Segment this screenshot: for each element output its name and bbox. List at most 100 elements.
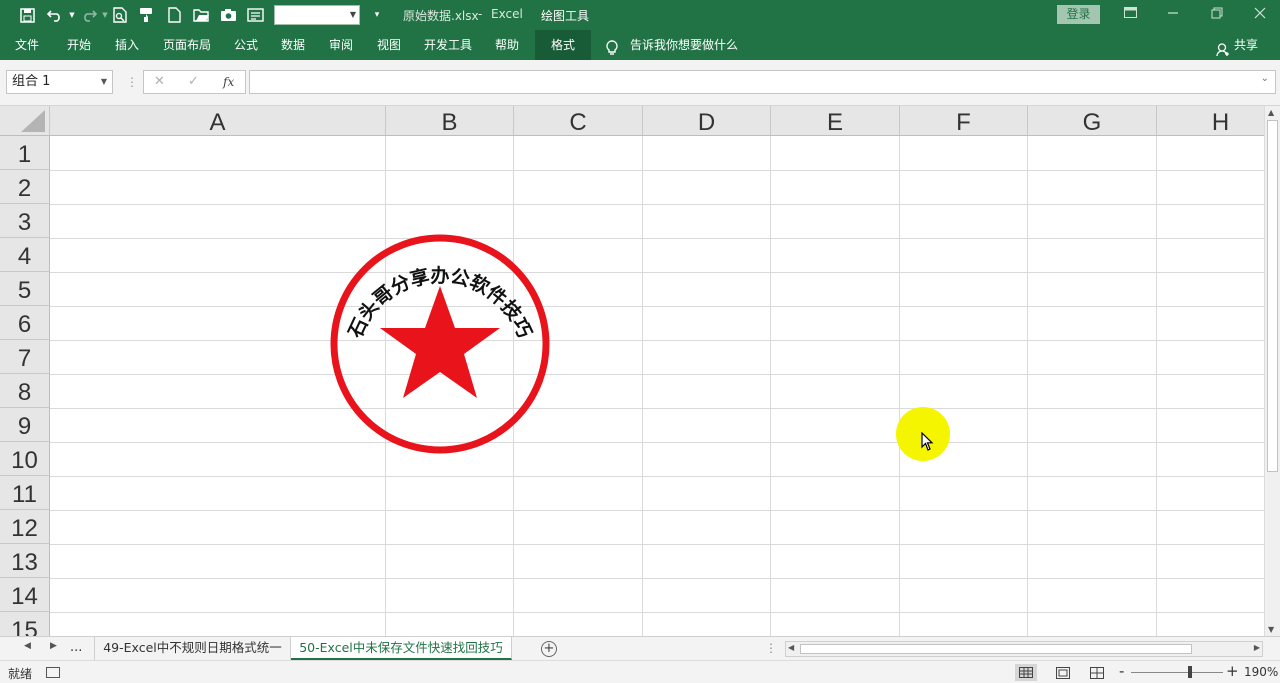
horizontal-scrollbar[interactable]: ◀ ▶ <box>785 641 1263 657</box>
restore-icon[interactable] <box>1209 7 1225 23</box>
row-header-12[interactable]: 12 <box>0 510 50 544</box>
tab-page-layout[interactable]: 页面布局 <box>156 30 218 60</box>
camera-icon[interactable] <box>219 6 237 24</box>
scroll-left-icon[interactable]: ◀ <box>788 643 794 652</box>
status-bar: 就绪 - + 190% <box>0 660 1280 683</box>
worksheet-grid[interactable]: A B C D E F G H 1 2 3 4 5 6 7 8 9 10 11 … <box>0 106 1264 636</box>
title-bar: ▼ ▼ ▼ ▾ 原始数据.xlsx - Excel 绘图工具 登录 <box>0 0 1280 30</box>
enter-icon[interactable]: ✓ <box>188 74 199 89</box>
scroll-up-icon[interactable]: ▲ <box>1268 108 1274 117</box>
insert-function-icon[interactable]: fx <box>223 75 234 89</box>
zoom-level[interactable]: 190% <box>1244 665 1278 679</box>
row-gridline <box>50 170 1264 171</box>
tab-view[interactable]: 视图 <box>366 30 412 60</box>
row-header-10[interactable]: 10 <box>0 442 50 476</box>
print-preview-icon[interactable] <box>111 6 129 24</box>
row-header-14[interactable]: 14 <box>0 578 50 612</box>
undo-dropdown-icon[interactable]: ▼ <box>63 6 81 24</box>
row-header-5[interactable]: 5 <box>0 272 50 306</box>
column-gridline <box>899 136 900 636</box>
mouse-pointer-icon <box>921 432 934 451</box>
zoom-in-button[interactable]: + <box>1226 662 1239 680</box>
row-header-11[interactable]: 11 <box>0 476 50 510</box>
row-header-3[interactable]: 3 <box>0 204 50 238</box>
row-header-2[interactable]: 2 <box>0 170 50 204</box>
column-header-c[interactable]: C <box>514 106 643 136</box>
expand-formula-icon[interactable]: ⌄ <box>1261 73 1269 84</box>
row-header-1[interactable]: 1 <box>0 136 50 170</box>
tab-developer[interactable]: 开发工具 <box>417 30 479 60</box>
quick-font-combo[interactable]: ▼ <box>274 5 360 25</box>
tab-format[interactable]: 格式 <box>535 30 591 60</box>
login-button[interactable]: 登录 <box>1057 5 1100 24</box>
row-header-8[interactable]: 8 <box>0 374 50 408</box>
column-header-d[interactable]: D <box>643 106 771 136</box>
macro-record-icon[interactable] <box>46 667 60 678</box>
save-icon[interactable] <box>18 6 36 24</box>
tab-formulas[interactable]: 公式 <box>223 30 269 60</box>
horizontal-scroll-thumb[interactable] <box>800 644 1192 654</box>
stamp-group[interactable]: 石头哥分享办公软件技巧 <box>320 223 560 463</box>
page-layout-view-button[interactable] <box>1052 664 1074 681</box>
column-header-g[interactable]: G <box>1028 106 1157 136</box>
share-button[interactable]: 共享 <box>1216 30 1258 60</box>
zoom-out-button[interactable]: - <box>1119 662 1124 680</box>
chevron-down-icon[interactable]: ▼ <box>101 71 107 93</box>
add-sheet-button[interactable]: + <box>541 641 557 657</box>
splitter-handle[interactable]: ⋮ <box>126 75 138 89</box>
row-gridline <box>50 272 1264 273</box>
zoom-slider[interactable] <box>1131 672 1223 673</box>
row-header-15[interactable]: 15 <box>0 612 50 636</box>
formula-input[interactable]: ⌄ <box>249 70 1276 94</box>
ribbon-display-icon[interactable] <box>1122 7 1138 23</box>
sheet-next-icon[interactable]: ▶ <box>50 641 57 651</box>
sheet-tab-49[interactable]: 49-Excel中不规则日期格式统一 <box>94 637 291 660</box>
row-header-7[interactable]: 7 <box>0 340 50 374</box>
cancel-icon[interactable]: ✕ <box>154 74 165 89</box>
row-header-13[interactable]: 13 <box>0 544 50 578</box>
customize-icon[interactable]: ▾ <box>368 6 386 24</box>
more-sheets-button[interactable]: ... <box>70 640 82 655</box>
new-file-icon[interactable] <box>165 6 183 24</box>
format-painter-icon[interactable] <box>138 6 156 24</box>
row-header-4[interactable]: 4 <box>0 238 50 272</box>
sheet-tab-50-active[interactable]: 50-Excel中未保存文件快速找回技巧 <box>291 637 512 660</box>
tab-splitter-handle[interactable]: ⋮ <box>765 641 777 655</box>
tab-data[interactable]: 数据 <box>270 30 316 60</box>
scroll-down-icon[interactable]: ▼ <box>1268 625 1274 634</box>
column-header-a[interactable]: A <box>50 106 386 136</box>
close-icon[interactable] <box>1252 7 1268 23</box>
form-icon[interactable] <box>246 6 264 24</box>
sheet-prev-icon[interactable]: ◀ <box>24 641 31 651</box>
name-box-value: 组合 1 <box>12 74 51 89</box>
share-label: 共享 <box>1234 38 1259 52</box>
column-header-b[interactable]: B <box>386 106 514 136</box>
name-box[interactable]: 组合 1 ▼ <box>6 70 113 94</box>
row-header-6[interactable]: 6 <box>0 306 50 340</box>
tab-help[interactable]: 帮助 <box>484 30 530 60</box>
status-ready: 就绪 <box>8 667 33 681</box>
normal-view-button[interactable] <box>1015 664 1037 681</box>
file-name: 原始数据.xlsx <box>403 9 479 23</box>
row-gridline <box>50 544 1264 545</box>
column-header-e[interactable]: E <box>771 106 900 136</box>
zoom-slider-thumb[interactable] <box>1188 666 1192 678</box>
tab-file[interactable]: 文件 <box>5 30 49 60</box>
page-break-view-button[interactable] <box>1086 664 1108 681</box>
vertical-scroll-thumb[interactable] <box>1267 120 1278 472</box>
tell-me-box[interactable]: 告诉我你想要做什么 <box>606 30 738 60</box>
undo-icon[interactable] <box>46 6 64 24</box>
tab-insert[interactable]: 插入 <box>104 30 150 60</box>
tab-home[interactable]: 开始 <box>56 30 102 60</box>
row-header-9[interactable]: 9 <box>0 408 50 442</box>
column-header-f[interactable]: F <box>900 106 1028 136</box>
column-header-h[interactable]: H <box>1157 106 1264 136</box>
tab-review[interactable]: 审阅 <box>318 30 364 60</box>
vertical-scrollbar[interactable]: ▲ ▼ <box>1264 106 1280 636</box>
row-gridline <box>50 510 1264 511</box>
context-tool-label: 绘图工具 <box>541 9 590 23</box>
scroll-right-icon[interactable]: ▶ <box>1254 643 1260 652</box>
open-folder-icon[interactable] <box>192 6 210 24</box>
minimize-icon[interactable] <box>1165 7 1181 23</box>
select-all-button[interactable] <box>0 106 50 136</box>
